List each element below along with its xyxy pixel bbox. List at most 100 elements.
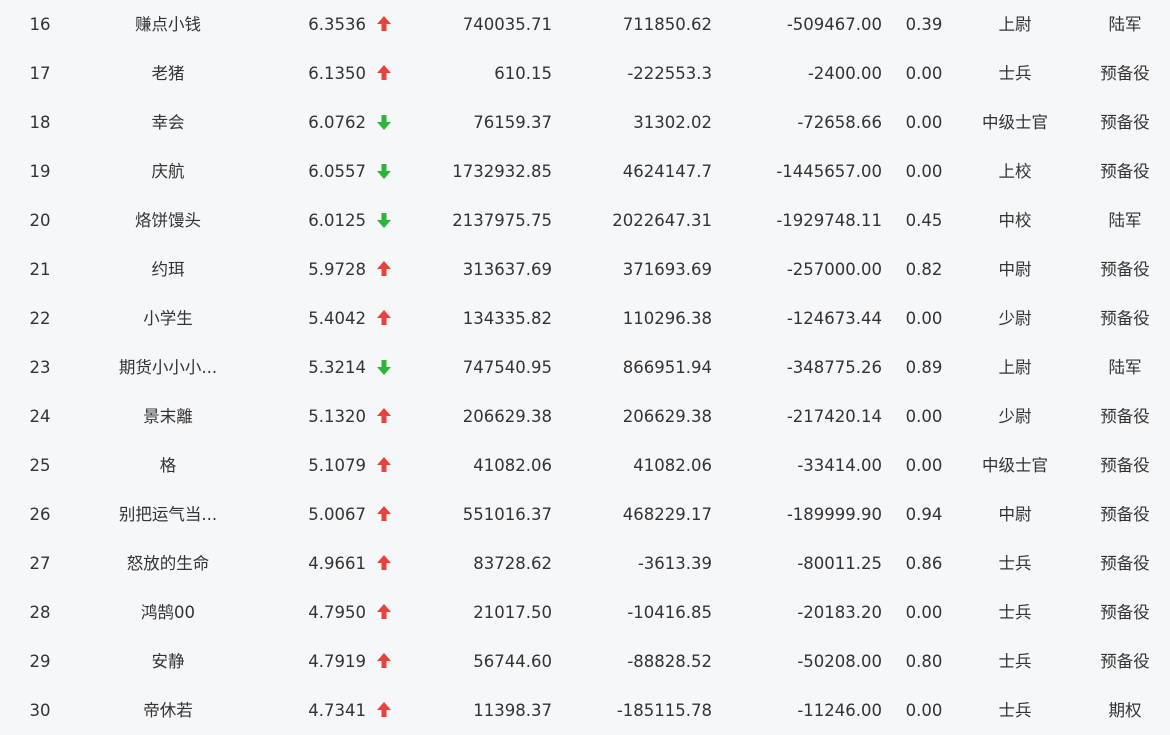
arrow-down-icon [376,359,392,375]
table-row[interactable]: 19 庆航 6.0557 1732932.85 4624147.7 -1445657.00… [0,147,1170,196]
branch-cell: 预备役 [1100,162,1150,181]
branch-cell: 预备役 [1100,64,1150,83]
rank-cell: 18 [29,113,51,132]
ratio-cell: 0.39 [905,15,943,34]
rank-cell: 28 [29,603,51,622]
score-cell: 6.1350 [308,64,366,83]
value1-cell: 21017.50 [473,603,552,622]
arrow-down-icon [376,163,392,179]
table-row[interactable]: 17 老猪 6.1350 610.15 -222553.3 -2400.00 0.00 士兵 预… [0,49,1170,98]
ratio-cell: 0.89 [905,358,943,377]
value2-cell: 4624147.7 [622,162,712,181]
arrow-up-icon [376,65,392,81]
rank-title-cell: 中尉 [998,505,1032,524]
branch-cell: 陆军 [1108,211,1142,230]
trader-name[interactable]: 别把运气当... [119,490,217,539]
ratio-cell: 0.80 [905,652,943,671]
score-cell: 5.0067 [308,505,366,524]
trader-name[interactable]: 约珥 [152,245,185,294]
trader-name[interactable]: 帝休若 [143,686,193,735]
rank-cell: 24 [29,407,51,426]
value1-cell: 56744.60 [473,652,552,671]
score-cell: 6.0762 [308,113,366,132]
trader-name[interactable]: 鸿鹄00 [141,588,195,637]
value3-cell: -20183.20 [797,603,882,622]
table-row[interactable]: 23 期货小小小... 5.3214 747540.95 866951.94 -34877… [0,343,1170,392]
rank-title-cell: 士兵 [998,554,1032,573]
score-cell: 5.9728 [308,260,366,279]
table-row[interactable]: 20 烙饼馒头 6.0125 2137975.75 2022647.31 -1929748… [0,196,1170,245]
trader-name[interactable]: 期货小小小... [119,343,217,392]
table-row[interactable]: 26 别把运气当... 5.0067 551016.37 468229.17 -18999… [0,490,1170,539]
trader-name[interactable]: 安静 [152,637,185,686]
value1-cell: 740035.71 [462,15,552,34]
trader-name[interactable]: 老猪 [152,49,185,98]
table-row[interactable]: 18 幸会 6.0762 76159.37 31302.02 -72658.66 0.00 中… [0,98,1170,147]
ratio-cell: 0.94 [905,505,943,524]
value1-cell: 41082.06 [473,456,552,475]
value2-cell: 371693.69 [622,260,712,279]
arrow-up-icon [376,555,392,571]
score-cell: 6.0557 [308,162,366,181]
trader-name[interactable]: 赚点小钱 [135,0,201,49]
branch-cell: 陆军 [1108,358,1142,377]
table-row[interactable]: 30 帝休若 4.7341 11398.37 -185115.78 -11246.00 0.… [0,686,1170,735]
value3-cell: -1929748.11 [776,211,882,230]
rank-title-cell: 士兵 [998,603,1032,622]
rank-cell: 22 [29,309,51,328]
score-cell: 4.7919 [308,652,366,671]
value2-cell: 468229.17 [622,505,712,524]
branch-cell: 预备役 [1100,554,1150,573]
branch-cell: 预备役 [1100,113,1150,132]
value3-cell: -348775.26 [786,358,882,377]
value1-cell: 2137975.75 [452,211,552,230]
value1-cell: 11398.37 [473,701,552,720]
value1-cell: 76159.37 [473,113,552,132]
score-cell: 4.7950 [308,603,366,622]
ratio-cell: 0.00 [905,309,943,328]
trader-name[interactable]: 庆航 [152,147,185,196]
trader-name[interactable]: 小学生 [143,294,193,343]
rank-title-cell: 上尉 [998,358,1032,377]
value3-cell: -189999.90 [786,505,882,524]
ratio-cell: 0.00 [905,456,943,475]
rank-title-cell: 士兵 [998,701,1032,720]
table-row[interactable]: 25 格 5.1079 41082.06 41082.06 -33414.00 0.00 中级… [0,441,1170,490]
rank-cell: 27 [29,554,51,573]
rank-title-cell: 少尉 [998,407,1032,426]
trader-name[interactable]: 景末離 [143,392,193,441]
value1-cell: 206629.38 [462,407,552,426]
rank-cell: 25 [29,456,51,475]
score-cell: 6.0125 [308,211,366,230]
value3-cell: -72658.66 [797,113,882,132]
value3-cell: -1445657.00 [776,162,882,181]
table-row[interactable]: 24 景末離 5.1320 206629.38 206629.38 -217420.14 0… [0,392,1170,441]
rank-cell: 26 [29,505,51,524]
arrow-down-icon [376,114,392,130]
score-cell: 4.7341 [308,701,366,720]
arrow-up-icon [376,457,392,473]
ratio-cell: 0.00 [905,407,943,426]
trader-name[interactable]: 烙饼馒头 [135,196,201,245]
table-row[interactable]: 28 鸿鹄00 4.7950 21017.50 -10416.85 -20183.20 0.… [0,588,1170,637]
branch-cell: 预备役 [1100,309,1150,328]
rank-title-cell: 中级士官 [982,456,1048,475]
branch-cell: 预备役 [1100,652,1150,671]
trader-name[interactable]: 格 [160,441,177,490]
arrow-up-icon [376,506,392,522]
ratio-cell: 0.00 [905,162,943,181]
value1-cell: 747540.95 [462,358,552,377]
value2-cell: -3613.39 [637,554,712,573]
table-row[interactable]: 16 赚点小钱 6.3536 740035.71 711850.62 -509467.00… [0,0,1170,49]
value3-cell: -509467.00 [786,15,882,34]
value3-cell: -11246.00 [797,701,882,720]
table-row[interactable]: 29 安静 4.7919 56744.60 -88828.52 -50208.00 0.80… [0,637,1170,686]
rank-cell: 30 [29,701,51,720]
branch-cell: 预备役 [1100,603,1150,622]
table-row[interactable]: 21 约珥 5.9728 313637.69 371693.69 -257000.00 0.… [0,245,1170,294]
trader-name[interactable]: 幸会 [152,98,185,147]
trader-name[interactable]: 怒放的生命 [127,539,210,588]
table-row[interactable]: 27 怒放的生命 4.9661 83728.62 -3613.39 -80011.25 0.… [0,539,1170,588]
ranking-table: 16 赚点小钱 6.3536 740035.71 711850.62 -509467.00… [0,0,1170,734]
table-row[interactable]: 22 小学生 5.4042 134335.82 110296.38 -124673.44 0… [0,294,1170,343]
